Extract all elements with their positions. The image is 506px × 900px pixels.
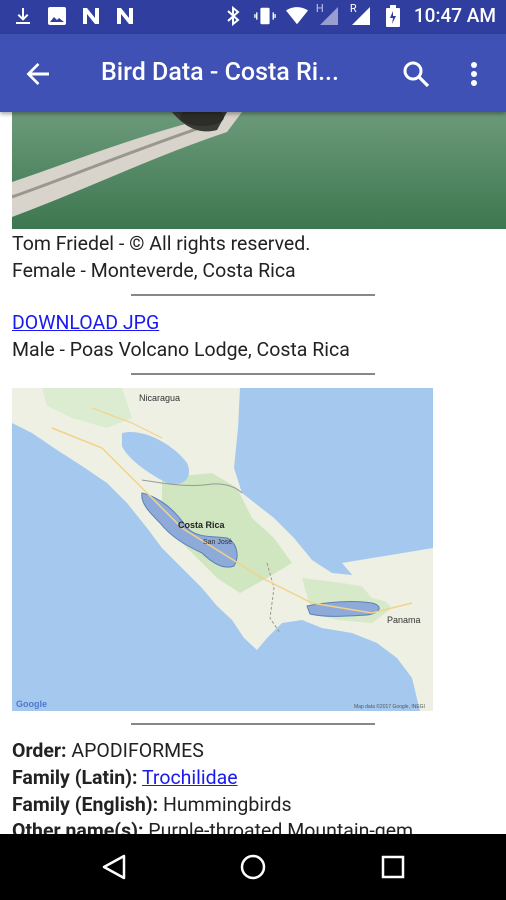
status-time: 10:47 AM	[413, 4, 496, 27]
map-label-nicaragua: Nicaragua	[139, 393, 180, 403]
battery-icon	[382, 4, 404, 27]
notification-n-icon	[114, 5, 136, 27]
download-jpg-label[interactable]: DOWNLOAD JPG	[12, 311, 159, 334]
family-english-label: Family (English):	[12, 793, 159, 816]
map-label-san-jose: San José	[203, 539, 232, 546]
search-icon[interactable]	[400, 58, 432, 90]
family-latin-label: Family (Latin):	[12, 766, 138, 789]
download-jpg-link[interactable]: DOWNLOAD JPG	[12, 311, 159, 334]
other-names-row: Other name(s): Purple-throated Mountain-…	[12, 819, 413, 834]
back-nav-icon[interactable]	[102, 854, 126, 880]
caption-male: Male - Poas Volcano Lodge, Costa Rica	[12, 338, 350, 361]
recents-nav-icon[interactable]	[381, 855, 405, 879]
map-label-costa-rica: Costa Rica	[178, 520, 226, 530]
back-arrow-icon[interactable]	[22, 58, 54, 90]
download-icon	[12, 5, 34, 27]
google-logo: Google	[16, 699, 47, 709]
home-nav-icon[interactable]	[240, 854, 266, 880]
order-value: APODIFORMES	[71, 739, 204, 762]
other-names-value: Purple-throated Mountain-gem	[148, 819, 414, 834]
signal-h-icon: H	[316, 2, 340, 27]
bird-photo	[12, 112, 506, 229]
divider	[131, 373, 375, 375]
system-nav-bar	[0, 834, 506, 900]
other-names-label: Other name(s):	[12, 819, 144, 834]
family-latin-link[interactable]: Trochilidae	[142, 766, 238, 789]
map-label-panama: Panama	[387, 615, 421, 625]
caption-female: Female - Monteverde, Costa Rica	[12, 259, 296, 282]
photo-credit: Tom Friedel - © All rights reserved.	[12, 232, 311, 255]
signal-r-icon: R	[350, 2, 372, 27]
image-icon	[46, 5, 68, 27]
divider	[131, 723, 375, 725]
bluetooth-icon	[222, 5, 244, 27]
overflow-menu-icon[interactable]	[462, 58, 486, 90]
vibrate-icon	[254, 5, 276, 27]
divider	[131, 294, 375, 296]
page-title: Bird Data - Costa Ri...	[101, 58, 339, 87]
family-latin-row: Family (Latin): Trochilidae	[12, 766, 238, 789]
order-label: Order:	[12, 739, 67, 762]
order-row: Order: APODIFORMES	[12, 739, 204, 762]
range-map[interactable]: Nicaragua Costa Rica San José Panama Goo…	[12, 388, 433, 711]
family-english-row: Family (English): Hummingbirds	[12, 793, 292, 816]
status-bar: H R 10:47 AM	[0, 0, 506, 34]
notification-n-icon	[80, 5, 102, 27]
content-area[interactable]: Tom Friedel - © All rights reserved. Fem…	[0, 112, 506, 834]
family-english-value: Hummingbirds	[163, 793, 292, 816]
app-bar: Bird Data - Costa Ri...	[0, 34, 506, 112]
map-attribution: Map data ©2017 Google, INEGI	[354, 703, 425, 710]
wifi-icon	[285, 5, 308, 27]
